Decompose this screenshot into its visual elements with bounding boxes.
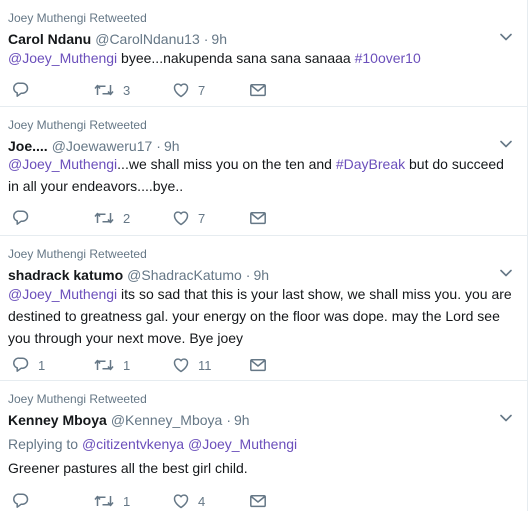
separator-dot: · <box>203 31 209 47</box>
envelope-icon <box>249 356 267 374</box>
direct-message-button[interactable] <box>249 491 267 511</box>
reply-button[interactable] <box>12 208 38 228</box>
reply-icon <box>12 356 30 374</box>
retweet-count: 2 <box>123 210 131 226</box>
timestamp[interactable]: 9h <box>164 138 180 154</box>
retweet-button[interactable]: 2 <box>93 208 130 228</box>
like-button[interactable]: 4 <box>172 491 205 511</box>
retweet-context: Joey Muthengi Retweeted <box>8 118 147 132</box>
retweet-count: 3 <box>123 82 131 98</box>
separator-dot: · <box>245 267 251 283</box>
author-handle[interactable]: @ShadracKatumo <box>127 267 242 283</box>
like-button[interactable]: 7 <box>172 80 205 100</box>
tweet-actions: 1 1 11 <box>8 355 308 375</box>
retweet-icon <box>93 492 115 510</box>
direct-message-button[interactable] <box>249 208 267 228</box>
tweet-text: @Joey_Muthengi...we shall miss you on th… <box>8 153 513 197</box>
text-fragment: byee...nakupenda sana sana sanaaa <box>117 50 355 66</box>
timestamp[interactable]: 9h <box>234 412 250 428</box>
heart-icon <box>172 492 190 510</box>
mention-link[interactable]: @Joey_Muthengi <box>8 286 117 302</box>
reply-icon <box>12 209 30 227</box>
reply-mention[interactable]: @Joey_Muthengi <box>188 436 297 452</box>
heart-icon <box>172 209 190 227</box>
mention-link[interactable]: @Joey_Muthengi <box>8 156 117 172</box>
retweet-count: 1 <box>123 357 131 373</box>
replying-to: Replying to @citizentvkenya @Joey_Muthen… <box>8 435 297 453</box>
like-count: 7 <box>198 210 206 226</box>
tweet-text: Greener pastures all the best girl child… <box>8 457 513 479</box>
retweet-button[interactable]: 3 <box>93 80 130 100</box>
author-handle[interactable]: @CarolNdanu13 <box>95 31 200 47</box>
tweet-card[interactable]: Joey Muthengi Retweeted Carol Ndanu @Caro… <box>0 0 527 107</box>
reply-icon <box>12 81 30 99</box>
tweet-text: @Joey_Muthengi byee...nakupenda sana san… <box>8 47 513 69</box>
text-fragment: Greener pastures all the best girl child… <box>8 460 248 476</box>
direct-message-button[interactable] <box>249 80 267 100</box>
like-button[interactable]: 7 <box>172 208 205 228</box>
tweet-header: shadrack katumo @ShadracKatumo · 9h <box>8 266 269 284</box>
envelope-icon <box>249 492 267 510</box>
like-count: 4 <box>198 493 206 509</box>
retweet-button[interactable]: 1 <box>93 491 130 511</box>
like-count: 7 <box>198 82 206 98</box>
direct-message-button[interactable] <box>249 355 267 375</box>
reply-button[interactable] <box>12 491 38 511</box>
timeline: Joey Muthengi Retweeted Carol Ndanu @Caro… <box>0 0 528 511</box>
author-name[interactable]: Kenney Mboya <box>8 412 107 428</box>
envelope-icon <box>249 81 267 99</box>
tweet-header: Carol Ndanu @CarolNdanu13 · 9h <box>8 30 227 48</box>
tweet-text: @Joey_Muthengi its so sad that this is y… <box>8 283 513 349</box>
like-count: 11 <box>198 357 212 373</box>
tweet-card[interactable]: Joey Muthengi Retweeted shadrack katumo @… <box>0 236 527 381</box>
author-name[interactable]: Carol Ndanu <box>8 31 91 47</box>
retweet-icon <box>93 356 115 374</box>
separator-dot: · <box>226 412 231 428</box>
envelope-icon <box>249 209 267 227</box>
retweet-count: 1 <box>123 493 131 509</box>
retweet-icon <box>93 81 115 99</box>
retweet-context: Joey Muthengi Retweeted <box>8 11 147 25</box>
chevron-down-icon[interactable] <box>499 30 513 44</box>
hashtag-link[interactable]: #10over10 <box>355 50 421 66</box>
author-handle[interactable]: @Joewaweru17 <box>52 138 153 154</box>
chevron-down-icon[interactable] <box>499 411 513 425</box>
reply-mention[interactable]: @citizentvkenya <box>82 436 184 452</box>
retweet-context: Joey Muthengi Retweeted <box>8 392 147 406</box>
tweet-actions: 27 <box>8 208 308 228</box>
heart-icon <box>172 81 190 99</box>
timestamp[interactable]: 9h <box>211 31 227 47</box>
tweet-header: Kenney Mboya @Kenney_Mboya · 9h <box>8 411 250 429</box>
separator-dot: · <box>156 138 161 154</box>
heart-icon <box>172 356 190 374</box>
chevron-down-icon[interactable] <box>499 137 513 151</box>
tweet-actions: 14 <box>8 491 308 511</box>
chevron-down-icon[interactable] <box>499 266 513 280</box>
author-name[interactable]: Joe.... <box>8 138 48 154</box>
mention-link[interactable]: @Joey_Muthengi <box>8 50 117 66</box>
timestamp[interactable]: 9h <box>253 267 269 283</box>
like-button[interactable]: 11 <box>172 355 212 375</box>
tweet-card[interactable]: Joey Muthengi Retweeted Joe.... @Joewawer… <box>0 107 527 236</box>
reply-count: 1 <box>38 357 46 373</box>
text-fragment: ...we shall miss you on the ten and <box>117 156 336 172</box>
author-name[interactable]: shadrack katumo <box>8 267 123 283</box>
author-handle[interactable]: @Kenney_Mboya <box>111 412 223 428</box>
tweet-actions: 37 <box>8 80 308 100</box>
retweet-icon <box>93 209 115 227</box>
reply-icon <box>12 492 30 510</box>
reply-button[interactable] <box>12 80 38 100</box>
retweet-button[interactable]: 1 <box>93 355 130 375</box>
tweet-card[interactable]: Joey Muthengi Retweeted Kenney Mboya @Ken… <box>0 381 527 511</box>
replying-to-label: Replying to <box>8 436 79 452</box>
hashtag-link[interactable]: #DayBreak <box>336 156 405 172</box>
retweet-context: Joey Muthengi Retweeted <box>8 247 147 261</box>
reply-button[interactable]: 1 <box>12 355 45 375</box>
